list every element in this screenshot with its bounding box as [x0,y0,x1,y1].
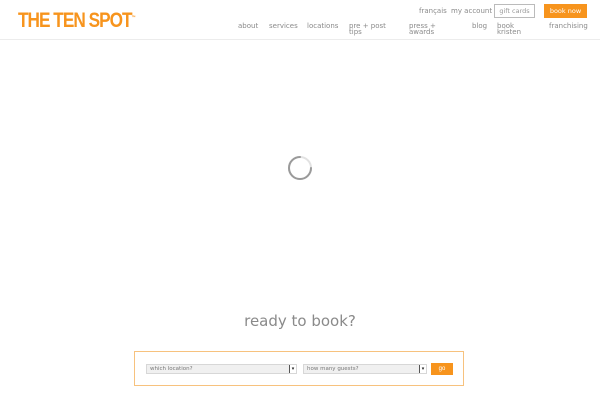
go-button[interactable]: go [431,363,453,375]
nav-item-franchising[interactable]: franchising [549,22,588,30]
nav-item-press-awards[interactable]: press + awards [409,23,436,36]
nav-item-locations[interactable]: locations [307,22,339,30]
booking-heading: ready to book? [244,312,356,330]
my-account-link[interactable]: my account [451,7,492,15]
guests-select[interactable]: how many guests? ▾ [303,364,427,374]
spinner-icon [287,155,313,181]
gift-cards-button[interactable]: gift cards [494,4,535,18]
location-select[interactable]: which location? ▾ [146,364,297,374]
dropdown-arrow-icon: ▾ [289,365,296,373]
nav-item-about[interactable]: about [238,22,259,30]
nav-label: franchising [549,22,588,30]
nav-label: kristen [497,28,522,36]
nav-label: awards [409,28,435,36]
book-now-button[interactable]: book now [544,4,587,18]
brand-logo[interactable]: THE TEN SPOT™ [18,9,136,33]
booking-form: which location? ▾ how many guests? ▾ go [134,351,464,386]
language-link[interactable]: français [419,7,447,15]
dropdown-arrow-icon: ▾ [419,365,426,373]
nav-label: blog [472,22,488,30]
guests-select-value: how many guests? [307,366,359,372]
nav-item-book-kristen[interactable]: book kristen [497,23,522,36]
nav-label: services [269,22,298,30]
site-header: THE TEN SPOT™ français my account gift c… [0,0,600,40]
location-select-value: which location? [150,366,193,372]
nav-label: about [238,22,259,30]
nav-item-services[interactable]: services [269,22,298,30]
nav-item-blog[interactable]: blog [472,22,488,30]
nav-item-pre-post-tips[interactable]: pre + post tips [349,23,386,36]
nav-label: locations [307,22,339,30]
